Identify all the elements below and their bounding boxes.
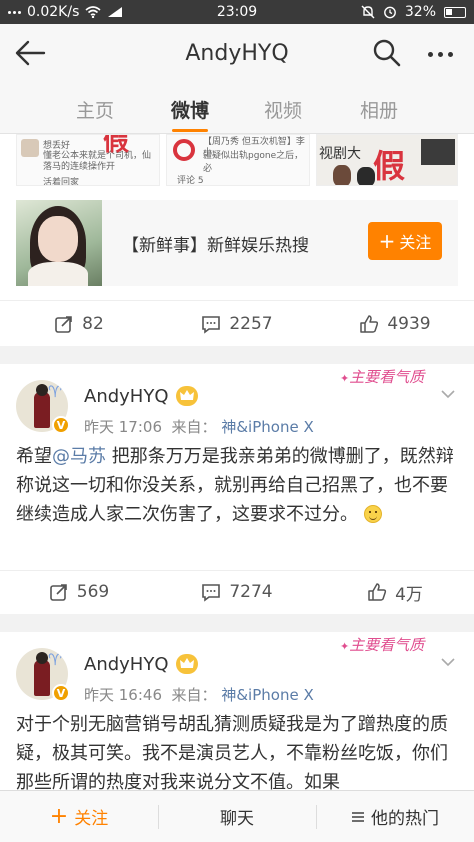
profile-tabs: 主页 微博 视频 相册	[0, 84, 474, 134]
comment-button[interactable]: 7274	[158, 570, 316, 614]
comment-button[interactable]: 2257	[158, 302, 316, 346]
like-icon	[368, 583, 387, 601]
image-grid[interactable]: 想丢好 懂老公本来就是个司机，仙落马的连续操作开 活着回家 假 【周乃秀 但五次…	[16, 134, 458, 190]
crown-vip-icon	[176, 386, 198, 406]
post-card: ♈ V AndyHYQ 昨天 16:46 来自： 神&iPhone X ✦主要看…	[0, 632, 474, 792]
verified-badge-icon: V	[52, 684, 70, 702]
chat-button[interactable]: 聊天	[158, 791, 316, 842]
chevron-down-icon[interactable]	[440, 386, 456, 402]
promo-thumbnail	[16, 200, 102, 286]
page-title: AndyHYQ	[185, 41, 289, 66]
follow-topic-button[interactable]: + 关注	[368, 222, 442, 260]
battery-icon	[444, 6, 466, 18]
plus-icon: +	[49, 803, 69, 829]
like-button[interactable]: 4939	[316, 302, 474, 346]
tab-album[interactable]: 相册	[360, 96, 398, 123]
verified-badge-icon: V	[52, 416, 70, 434]
post-source-link[interactable]: 神&iPhone X	[221, 418, 313, 436]
post-source-link[interactable]: 神&iPhone X	[221, 686, 313, 704]
post-text: 希望@马苏 把那条万万是我亲弟弟的微博删了，既然辩称说这一切和你没关系，就别再给…	[16, 446, 454, 525]
post-text: 对于个别无脑营销号胡乱猜测质疑我是为了蹭热度的质疑，极其可笑。我不是演员艺人，不…	[16, 714, 448, 792]
post-meta: 昨天 16:46 来自： 神&iPhone X	[84, 686, 314, 704]
post-meta: 昨天 17:06 来自： 神&iPhone X	[84, 418, 314, 436]
promo-label: 【新鲜事】新鲜娱乐热搜	[122, 236, 309, 256]
search-icon[interactable]	[372, 38, 402, 68]
author-name[interactable]: AndyHYQ	[84, 654, 169, 675]
like-button[interactable]: 4万	[316, 570, 474, 614]
hot-posts-button[interactable]: 他的热门	[316, 791, 474, 842]
author-name[interactable]: AndyHYQ	[84, 386, 169, 407]
mention-link[interactable]: @马苏	[52, 446, 106, 467]
crown-vip-icon	[176, 654, 198, 674]
comment-icon	[202, 316, 221, 334]
action-bar: 82 2257 4939	[0, 302, 474, 346]
divider	[316, 805, 317, 829]
like-icon	[360, 315, 379, 333]
clock: 23:09	[216, 4, 258, 20]
repost-icon	[55, 316, 72, 333]
active-tab-indicator	[172, 129, 208, 132]
status-bar: 0.02K/s 23:09 32%	[0, 0, 474, 24]
card-decoration: ✦主要看气质	[340, 636, 425, 654]
repost-button[interactable]: 82	[0, 302, 158, 346]
divider	[0, 300, 474, 301]
repost-icon	[49, 584, 67, 601]
plus-icon: +	[378, 229, 396, 253]
chevron-down-icon[interactable]	[440, 654, 456, 670]
comment-icon	[202, 584, 221, 602]
image-thumbnail[interactable]: 视剧大 假	[316, 134, 458, 186]
card-decoration: ✦主要看气质	[340, 368, 425, 386]
post-card-previous: 想丢好 懂老公本来就是个司机，仙落马的连续操作开 活着回家 假 【周乃秀 但五次…	[0, 134, 474, 346]
image-thumbnail[interactable]: 【周乃秀 但五次机智】李小 疆疑似出轨pgone之后，必 评论 5	[166, 134, 310, 186]
smile-emoji-icon	[363, 505, 382, 523]
tab-weibo[interactable]: 微博	[171, 96, 209, 123]
repost-button[interactable]: 569	[0, 570, 158, 614]
menu-icon	[352, 811, 364, 822]
divider	[158, 805, 159, 829]
tab-home[interactable]: 主页	[76, 96, 114, 123]
post-card: ♈ V AndyHYQ 昨天 17:06 来自： 神&iPhone X ✦主要看…	[0, 364, 474, 614]
tab-videos[interactable]: 视频	[264, 96, 302, 123]
nav-bar: AndyHYQ	[0, 24, 474, 84]
action-bar: 569 7274 4万	[0, 570, 474, 614]
bottom-action-bar: + 关注 聊天 他的热门	[0, 790, 474, 842]
trending-promo-card[interactable]: 【新鲜事】新鲜娱乐热搜 + 关注	[16, 200, 458, 286]
follow-user-button[interactable]: + 关注	[0, 791, 158, 842]
more-options-icon[interactable]	[428, 52, 453, 57]
image-thumbnail[interactable]: 想丢好 懂老公本来就是个司机，仙落马的连续操作开 活着回家 假	[16, 134, 160, 186]
